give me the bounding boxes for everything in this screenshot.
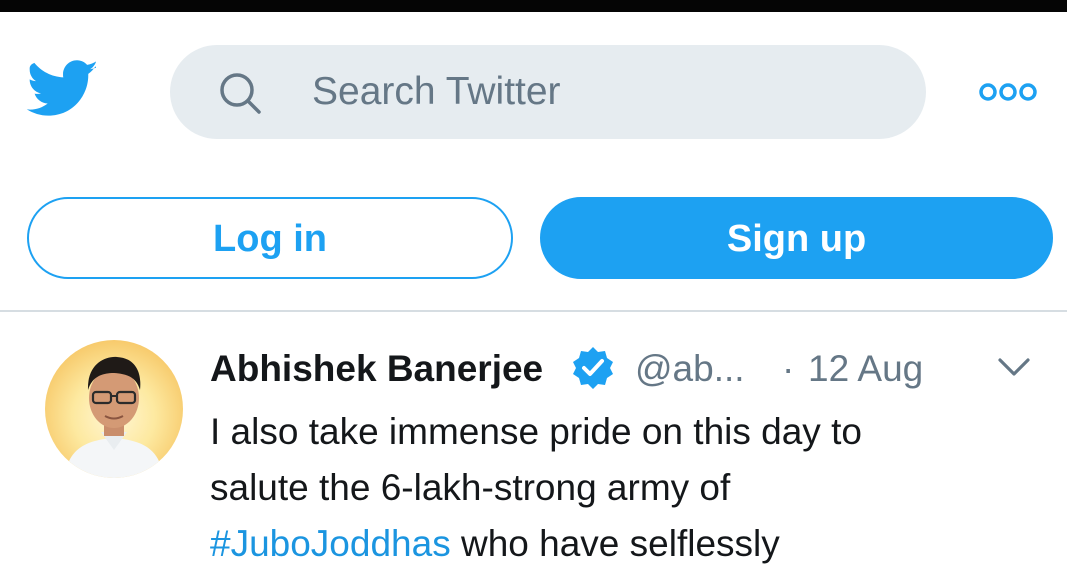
signup-button[interactable]: Sign up (540, 197, 1053, 279)
login-button[interactable]: Log in (27, 197, 513, 279)
twitter-bird-icon[interactable] (26, 60, 96, 118)
tweet-text-line: I also take immense pride on this day to (210, 411, 862, 452)
status-bar (0, 0, 1067, 12)
more-dots-icon[interactable] (978, 80, 1038, 104)
separator-dot: · (782, 348, 795, 389)
search-bar[interactable]: Search Twitter (170, 45, 926, 139)
tweet-text-fragment: who have selflessly (450, 523, 780, 564)
avatar-portrait-icon (65, 356, 163, 478)
chevron-down-icon[interactable] (996, 355, 1032, 379)
tweet-timestamp[interactable]: 12 Aug (808, 347, 923, 391)
avatar[interactable] (45, 340, 183, 478)
hashtag-link[interactable]: #JuboJoddhas (210, 523, 451, 564)
search-icon (220, 73, 261, 114)
verified-badge-icon (573, 347, 613, 389)
divider (0, 310, 1067, 312)
tweet-text: I also take immense pride on this day to… (210, 404, 1030, 572)
author-name[interactable]: Abhishek Banerjee (210, 347, 543, 391)
tweet-text-line: salute the 6-lakh-strong army of (210, 467, 731, 508)
author-handle[interactable]: @ab... (635, 347, 745, 391)
header: Search Twitter (0, 12, 1067, 172)
search-input[interactable]: Search Twitter (312, 69, 561, 115)
tweet-text-line: #JuboJoddhas who have selflessly (210, 516, 1030, 572)
